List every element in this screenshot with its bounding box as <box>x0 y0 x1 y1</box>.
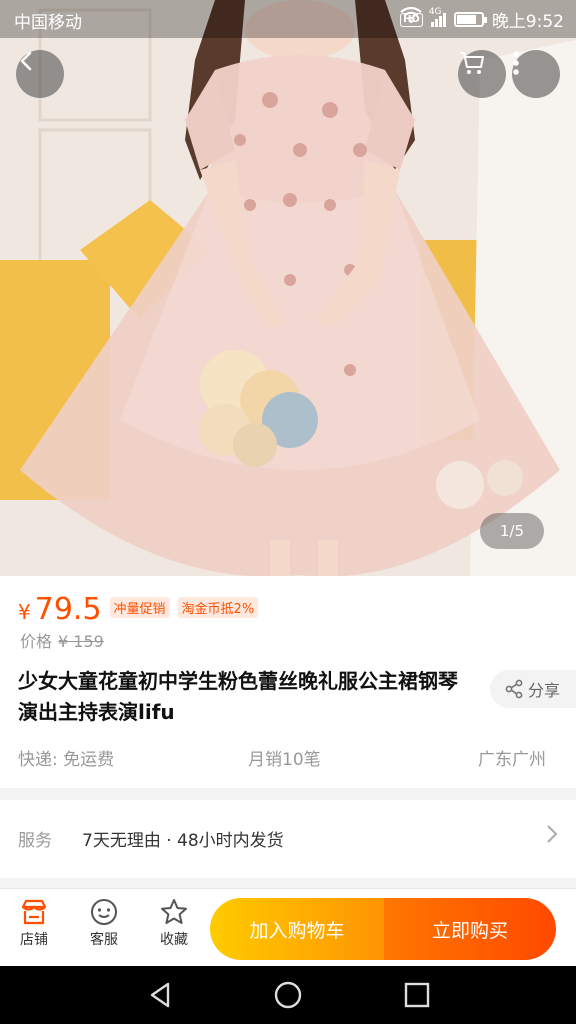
product-title: 少女大童花童初中学生粉色蕾丝晚礼服公主裙钢琴演出主持表演lifu <box>18 669 458 724</box>
network-type: 4G <box>428 6 442 17</box>
nav-recents-icon[interactable] <box>402 980 432 1010</box>
wifi-icon <box>400 7 422 23</box>
divider <box>0 788 576 800</box>
customer-service-button[interactable]: 客服 <box>74 897 134 949</box>
status-bar: 中国移动 HD 4G 晚上9:52 <box>0 0 576 38</box>
more-button[interactable] <box>512 50 560 98</box>
buy-now-button[interactable]: 立即购买 <box>384 898 556 960</box>
shopping-cart-icon <box>460 52 484 74</box>
original-price-label: 价格 <box>20 632 53 651</box>
signal-icon: 4G <box>429 7 446 27</box>
price-row: ¥ 79.5 冲量促销 淘金币抵2% <box>18 592 259 627</box>
shipping-info: 快递: 免运费 <box>18 750 115 770</box>
service-text: 7天无理由 · 48小时内发货 <box>82 831 284 851</box>
service-row[interactable]: 服务 7天无理由 · 48小时内发货 <box>0 800 576 878</box>
favorite-button[interactable]: 收藏 <box>144 897 204 949</box>
nav-home-icon[interactable] <box>273 980 303 1010</box>
currency-symbol: ¥ <box>18 600 31 624</box>
nav-back-icon[interactable] <box>146 980 176 1010</box>
favorite-label: 收藏 <box>160 932 188 948</box>
service-label: 服务 <box>18 831 52 851</box>
chevron-left-icon <box>20 51 32 71</box>
share-label: 分享 <box>528 681 561 700</box>
shop-icon <box>21 899 47 925</box>
share-button[interactable]: 分享 <box>490 670 576 708</box>
image-pager: 1/5 <box>480 513 544 549</box>
product-image[interactable]: 中国移动 HD 4G 晚上9:52 1/5 <box>0 0 576 576</box>
promo-tag: 淘金币抵2% <box>177 597 259 618</box>
original-price: 价格 ¥ 159 <box>20 628 104 652</box>
system-navigation-bar <box>0 966 576 1024</box>
battery-icon <box>453 12 487 27</box>
shop-label: 店铺 <box>20 932 48 948</box>
share-icon <box>505 679 523 699</box>
chat-face-icon <box>91 899 117 925</box>
star-icon <box>161 899 187 924</box>
ship-location: 广东广州 <box>478 750 546 770</box>
add-to-cart-button[interactable]: 加入购物车 <box>210 898 384 960</box>
original-price-value: ¥ 159 <box>58 632 104 651</box>
current-price: 79.5 <box>34 592 102 627</box>
carrier-name: 中国移动 <box>14 13 82 33</box>
promo-tag: 冲量促销 <box>109 597 170 618</box>
more-vertical-icon <box>513 51 519 75</box>
divider <box>0 878 576 888</box>
shop-button[interactable]: 店铺 <box>4 897 64 949</box>
cart-button[interactable] <box>458 50 506 98</box>
bottom-action-bar: 店铺 客服 收藏 加入购物车 立即购买 <box>0 888 576 966</box>
back-button[interactable] <box>16 50 64 98</box>
clock: 晚上9:52 <box>491 12 564 32</box>
chevron-right-icon <box>547 825 558 843</box>
monthly-sales: 月销10笔 <box>248 750 321 770</box>
service-label: 客服 <box>90 932 118 948</box>
